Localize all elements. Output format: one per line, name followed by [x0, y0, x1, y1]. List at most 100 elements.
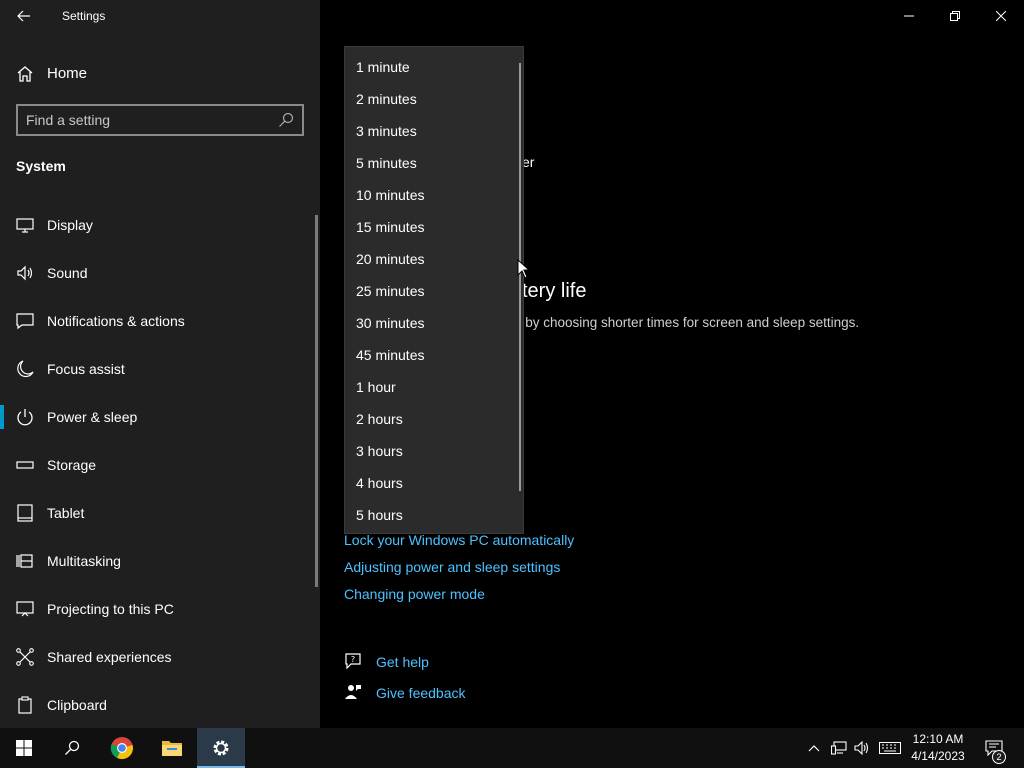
start-button[interactable]	[0, 728, 48, 768]
feedback-person-icon	[345, 685, 361, 699]
project-icon	[16, 601, 34, 617]
dropdown-option[interactable]: 3 minutes	[345, 115, 515, 147]
dropdown-option-label: 30 minutes	[356, 315, 425, 331]
link-power-mode[interactable]: Changing power mode	[344, 586, 485, 602]
sidebar-item-display[interactable]: Display	[0, 201, 316, 249]
restore-button[interactable]	[932, 0, 978, 32]
title-bar: Settings	[0, 0, 1024, 32]
give-feedback-link[interactable]: Give feedback	[376, 685, 466, 701]
search-box[interactable]	[16, 104, 304, 136]
dropdown-option-label: 1 minute	[356, 59, 410, 75]
sidebar-item-shared-experiences[interactable]: Shared experiences	[0, 633, 316, 681]
sidebar-item-label: Display	[47, 217, 93, 233]
sidebar-item-label: Projecting to this PC	[47, 601, 174, 617]
sidebar-item-power-sleep[interactable]: Power & sleep	[0, 393, 316, 441]
minimize-button[interactable]	[886, 0, 932, 32]
speaker-icon	[17, 265, 33, 281]
sidebar-item-projecting[interactable]: Projecting to this PC	[0, 585, 316, 633]
sidebar-item-label: Storage	[47, 457, 97, 473]
help-chat-icon: ?	[345, 653, 361, 670]
sidebar-item-sound[interactable]: Sound	[0, 249, 316, 297]
dropdown-option[interactable]: 10 minutes	[345, 179, 515, 211]
dropdown-option-label: 10 minutes	[356, 187, 425, 203]
dropdown-option[interactable]: 5 hours	[345, 499, 515, 531]
search-icon	[65, 740, 80, 755]
moon-icon	[17, 360, 34, 378]
sidebar-item-label: Power & sleep	[47, 409, 138, 425]
taskbar: 12:10 AM 4/14/2023 2	[0, 728, 1024, 768]
monitor-icon	[16, 218, 34, 233]
sidebar-item-label: Notifications & actions	[47, 313, 185, 329]
clock-date: 4/14/2023	[911, 749, 965, 763]
sidebar-item-clipboard[interactable]: Clipboard	[0, 681, 316, 729]
taskbar-search-button[interactable]	[48, 728, 96, 768]
clock-time: 12:10 AM	[912, 732, 964, 746]
svg-text:?: ?	[351, 655, 355, 664]
dropdown-option[interactable]: 1 hour	[345, 371, 515, 403]
get-help-link[interactable]: Get help	[376, 654, 429, 670]
dropdown-option[interactable]: 4 hours	[345, 467, 515, 499]
dropdown-option-label: 5 hours	[356, 507, 403, 523]
dropdown-option-label: 3 hours	[356, 443, 403, 459]
power-icon	[17, 409, 33, 426]
dropdown-option-label: 20 minutes	[356, 251, 425, 267]
link-adjust-power[interactable]: Adjusting power and sleep settings	[344, 559, 560, 575]
dropdown-option-label: 15 minutes	[356, 219, 425, 235]
sidebar-item-label: Sound	[47, 265, 88, 281]
multitask-icon	[16, 554, 33, 568]
sidebar-item-focus-assist[interactable]: Focus assist	[0, 345, 316, 393]
back-arrow-icon	[17, 10, 30, 22]
settings-icon	[213, 740, 229, 756]
clipboard-icon	[18, 696, 32, 714]
sidebar: Home System Display Sound Notifications …	[0, 0, 320, 728]
home-icon	[17, 66, 33, 82]
window-title: Settings	[62, 9, 106, 23]
sidebar-item-tablet[interactable]: Tablet	[0, 489, 316, 537]
dropdown-option[interactable]: 45 minutes	[345, 339, 515, 371]
sidebar-item-notifications[interactable]: Notifications & actions	[0, 297, 316, 345]
dropdown-option-label: 25 minutes	[356, 283, 425, 299]
close-button[interactable]	[978, 0, 1024, 32]
start-icon	[16, 740, 32, 756]
settings-taskbar-button[interactable]	[197, 728, 245, 768]
sleep-timeout-dropdown[interactable]: 1 minute 2 minutes 3 minutes 5 minutes 1…	[344, 46, 524, 534]
dropdown-option[interactable]: 25 minutes	[345, 275, 515, 307]
volume-icon	[854, 741, 869, 755]
dropdown-option[interactable]: 3 hours	[345, 435, 515, 467]
back-button[interactable]	[0, 0, 48, 32]
dropdown-option[interactable]: 2 minutes	[345, 83, 515, 115]
chrome-button[interactable]	[98, 728, 146, 768]
dropdown-option[interactable]: 2 hours	[345, 403, 515, 435]
dropdown-option-label: 4 hours	[356, 475, 403, 491]
sidebar-item-storage[interactable]: Storage	[0, 441, 316, 489]
dropdown-option[interactable]: 1 minute	[345, 51, 515, 83]
link-lock-pc[interactable]: Lock your Windows PC automatically	[344, 532, 574, 548]
sidebar-scrollbar[interactable]	[315, 215, 318, 587]
search-input[interactable]	[26, 110, 276, 130]
network-icon	[831, 741, 847, 755]
sidebar-item-label: Clipboard	[47, 697, 107, 713]
chevron-up-icon	[808, 745, 820, 752]
file-explorer-button[interactable]	[148, 728, 196, 768]
dropdown-option-label: 2 minutes	[356, 91, 417, 107]
dropdown-option[interactable]: 20 minutes	[345, 243, 515, 275]
volume-button[interactable]	[852, 728, 872, 768]
battery-heading: tery life	[522, 280, 587, 302]
sidebar-item-label: Shared experiences	[47, 649, 172, 665]
active-indicator	[0, 405, 4, 429]
share-icon	[16, 648, 34, 666]
sidebar-home[interactable]: Home	[0, 55, 320, 91]
network-button[interactable]	[828, 728, 850, 768]
notification-count-badge: 2	[992, 750, 1006, 764]
clock[interactable]: 12:10 AM 4/14/2023	[906, 731, 970, 765]
dropdown-option[interactable]: 30 minutes	[345, 307, 515, 339]
search-icon[interactable]	[278, 112, 294, 128]
dropdown-option[interactable]: 5 minutes	[345, 147, 515, 179]
sidebar-item-label: Multitasking	[47, 553, 121, 569]
keyboard-button[interactable]	[876, 728, 904, 768]
dropdown-option-label: 45 minutes	[356, 347, 425, 363]
mouse-cursor-icon	[517, 259, 531, 279]
sidebar-item-multitasking[interactable]: Multitasking	[0, 537, 316, 585]
dropdown-option[interactable]: 15 minutes	[345, 211, 515, 243]
show-hidden-icons-button[interactable]	[804, 728, 824, 768]
